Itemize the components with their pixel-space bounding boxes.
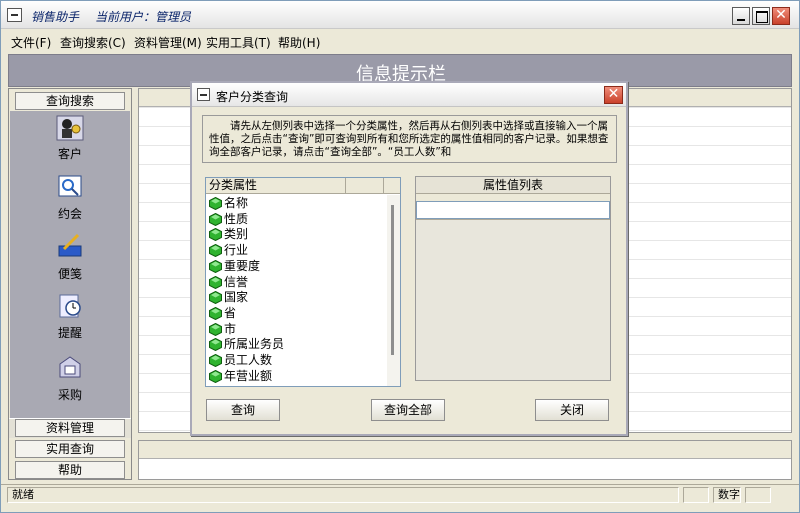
reminder-clock-icon — [59, 294, 81, 318]
attribute-list[interactable]: 分类属性 名称 性质 类别 行业 重要度 信誉 国家省市所属业务员 员工人数 年营业额 — [205, 177, 401, 387]
dialog-title-bar: 客户分类查询 ✕ — [192, 83, 626, 107]
close-icon: ✕ — [607, 86, 620, 102]
purchase-icon — [59, 356, 81, 378]
green-gem-icon — [209, 244, 222, 258]
query-button[interactable]: 查询 — [206, 399, 280, 421]
green-gem-icon — [209, 291, 222, 305]
scrollbar-thumb[interactable] — [391, 205, 394, 355]
category-query-search[interactable]: 查询搜索 — [15, 92, 125, 110]
current-user: 当前用户：管理员 — [95, 10, 192, 24]
close-icon: ✕ — [775, 7, 787, 23]
attribute-row[interactable]: 名称 — [209, 196, 384, 212]
menu-query-search[interactable]: 查询搜索(C) — [60, 34, 126, 51]
query-all-button[interactable]: 查询全部 — [371, 399, 445, 421]
attribute-value-input[interactable] — [416, 201, 610, 219]
app-name: 销售助手 — [31, 10, 80, 24]
menu-bar: 文件(F) 查询搜索(C) 资料管理(M) 实用工具(T) 帮助(H) — [1, 31, 799, 51]
menu-help[interactable]: 帮助(H) — [278, 34, 320, 51]
bottom-panel — [138, 440, 792, 480]
attribute-label: 性质 — [224, 211, 249, 226]
nav-item-label: 约会 — [57, 207, 82, 221]
nav-item-label: 客户 — [57, 147, 82, 161]
green-gem-icon — [209, 259, 222, 273]
green-gem-icon — [209, 212, 222, 226]
attribute-row[interactable]: 性质 — [209, 212, 384, 228]
attribute-row[interactable]: 国家 — [209, 290, 384, 306]
attribute-row[interactable]: 员工人数 — [209, 353, 384, 369]
attribute-label: 员工人数 — [224, 353, 273, 367]
dialog-title: 客户分类查询 — [216, 90, 289, 104]
minimize-button[interactable] — [732, 7, 750, 25]
green-gem-icon — [209, 306, 222, 320]
status-num-lock: 数字 — [713, 487, 741, 503]
attribute-label: 年营业额 — [224, 368, 273, 383]
close-dialog-button[interactable]: 关闭 — [535, 399, 609, 421]
attribute-list-header: 分类属性 — [206, 178, 400, 194]
appointment-icon — [58, 175, 82, 197]
close-button[interactable]: ✕ — [772, 7, 790, 25]
green-gem-icon — [209, 228, 222, 242]
nav-item-label: 便笺 — [57, 267, 82, 281]
attribute-label: 省 — [224, 305, 237, 320]
attribute-row[interactable]: 年营业额 — [209, 369, 384, 385]
customer-category-query-dialog: 客户分类查询 ✕ 请先从左侧列表中选择一个分类属性，然后再从右侧列表中选择或直接… — [190, 81, 628, 436]
nav-item-label: 提醒 — [57, 326, 82, 340]
attribute-row[interactable]: 省 — [209, 306, 384, 322]
green-gem-icon — [209, 322, 222, 336]
memo-icon — [58, 233, 82, 257]
attribute-value-panel: 属性值列表 — [415, 176, 611, 381]
title-bar: 销售助手 当前用户：管理员 ✕ — [1, 1, 799, 29]
bottom-panel-header — [139, 441, 791, 459]
status-text: 就绪 — [7, 487, 679, 503]
attribute-label: 信誉 — [224, 274, 249, 289]
attribute-row[interactable]: 所属业务员 — [209, 337, 384, 353]
green-gem-icon — [209, 197, 222, 210]
attribute-row[interactable]: 信誉 — [209, 275, 384, 291]
menu-data-management[interactable]: 资料管理(M) — [134, 34, 202, 51]
attribute-label: 国家 — [224, 290, 249, 305]
attribute-label: 名称 — [224, 196, 249, 210]
menu-tools[interactable]: 实用工具(T) — [206, 34, 271, 51]
attribute-column-header-2[interactable] — [346, 178, 384, 194]
system-menu-icon[interactable] — [7, 8, 22, 22]
attribute-row[interactable]: 重要度 — [209, 259, 384, 275]
category-practical-query[interactable]: 实用查询 — [15, 440, 125, 458]
attribute-row[interactable]: 市 — [209, 322, 384, 338]
attribute-value-header: 属性值列表 — [416, 177, 610, 194]
dialog-system-menu-icon[interactable] — [197, 88, 210, 101]
green-gem-icon — [209, 354, 222, 367]
window-title: 销售助手 当前用户：管理员 — [31, 8, 207, 25]
instruction-text: 请先从左侧列表中选择一个分类属性，然后再从右侧列表中选择或直接输入一个属性值，之… — [202, 115, 617, 163]
category-help[interactable]: 帮助 — [15, 461, 125, 479]
green-gem-icon — [209, 338, 222, 352]
green-gem-icon — [209, 275, 222, 289]
attribute-label: 类别 — [224, 227, 249, 242]
attribute-label: 市 — [224, 321, 237, 336]
maximize-button[interactable] — [752, 7, 770, 25]
category-data-management[interactable]: 资料管理 — [15, 419, 125, 437]
status-cell-empty — [745, 487, 771, 503]
attribute-label: 行业 — [224, 243, 249, 258]
customer-icon — [56, 115, 84, 141]
navigation-panel: 查询搜索 客户 约会 便笺 提醒 采购 资料管理 实用查询 帮助 — [8, 88, 132, 480]
nav-item-label: 采购 — [57, 388, 82, 402]
attribute-label: 重要度 — [224, 258, 261, 273]
attribute-row[interactable]: 类别 — [209, 227, 384, 243]
status-bar: 就绪 数字 — [1, 484, 799, 504]
attribute-list-scrollbar[interactable] — [387, 195, 400, 386]
status-cell-empty — [683, 487, 709, 503]
green-gem-icon — [209, 369, 222, 383]
dialog-close-button[interactable]: ✕ — [604, 86, 623, 104]
attribute-row[interactable]: 行业 — [209, 243, 384, 259]
attribute-label: 所属业务员 — [224, 337, 285, 352]
icon-list: 客户 约会 便笺 提醒 采购 — [10, 111, 130, 434]
attribute-column-header[interactable]: 分类属性 — [206, 178, 346, 194]
attribute-value-list[interactable] — [416, 219, 610, 380]
menu-file[interactable]: 文件(F) — [11, 34, 51, 51]
